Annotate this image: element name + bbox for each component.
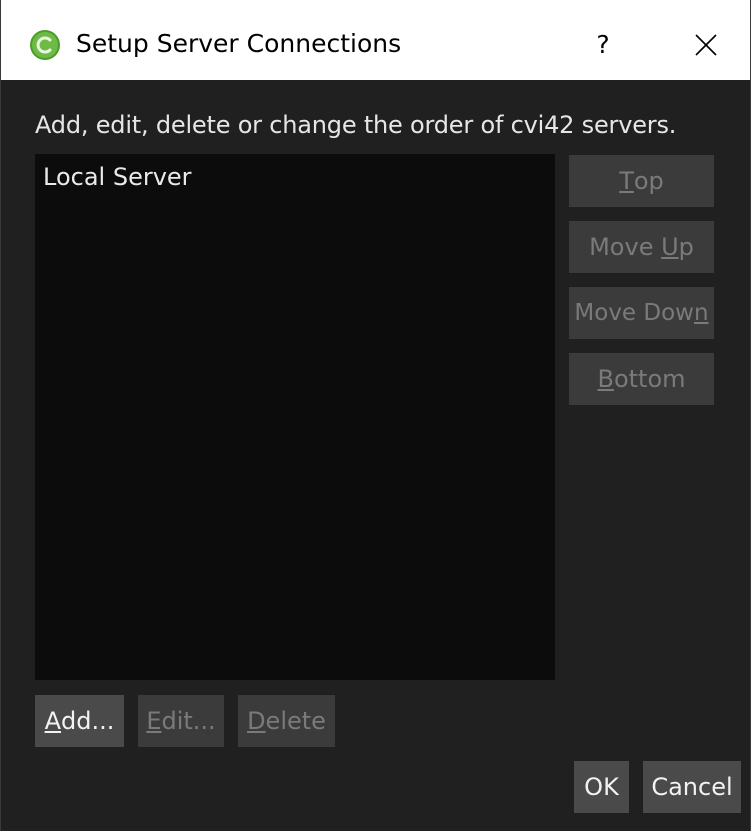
- top-button-mnemonic: T: [619, 167, 634, 195]
- setup-server-connections-dialog: Setup Server Connections ? Add, edit, de…: [0, 0, 751, 831]
- list-item[interactable]: Local Server: [43, 160, 192, 194]
- move-up-label-rest: p: [678, 233, 694, 261]
- bottom-button-label-rest: ottom: [613, 365, 686, 393]
- move-up-button[interactable]: Move Up: [569, 221, 714, 273]
- add-button-mnemonic: A: [44, 707, 62, 735]
- server-list[interactable]: Local Server: [35, 154, 555, 680]
- edit-button[interactable]: Edit...: [138, 695, 224, 747]
- add-button-label-rest: dd...: [61, 707, 115, 735]
- move-up-mnemonic: U: [661, 233, 679, 261]
- bottom-button-mnemonic: B: [597, 365, 614, 393]
- edit-button-mnemonic: E: [146, 707, 162, 735]
- top-button-label-rest: op: [633, 167, 664, 195]
- delete-button[interactable]: Delete: [238, 695, 335, 747]
- top-button[interactable]: Top: [569, 155, 714, 207]
- move-down-mnemonic: n: [694, 300, 709, 326]
- help-button[interactable]: ?: [581, 22, 625, 66]
- app-icon: [29, 29, 61, 61]
- delete-button-mnemonic: D: [247, 707, 266, 735]
- move-up-label: Move: [589, 233, 662, 261]
- move-down-button[interactable]: Move Dow n: [569, 287, 714, 339]
- close-button[interactable]: [681, 22, 731, 68]
- delete-button-label-rest: elete: [265, 707, 326, 735]
- description-label: Add, edit, delete or change the order of…: [35, 111, 677, 139]
- window-title: Setup Server Connections: [76, 29, 402, 58]
- ok-button[interactable]: OK: [574, 761, 629, 813]
- move-down-label: Move Dow: [574, 300, 694, 326]
- close-icon: [695, 34, 717, 56]
- cancel-button[interactable]: Cancel: [643, 761, 741, 813]
- bottom-button[interactable]: Bottom: [569, 353, 714, 405]
- title-bar: Setup Server Connections ?: [1, 0, 750, 80]
- edit-button-label-rest: dit...: [161, 707, 216, 735]
- add-button[interactable]: Add...: [35, 695, 124, 747]
